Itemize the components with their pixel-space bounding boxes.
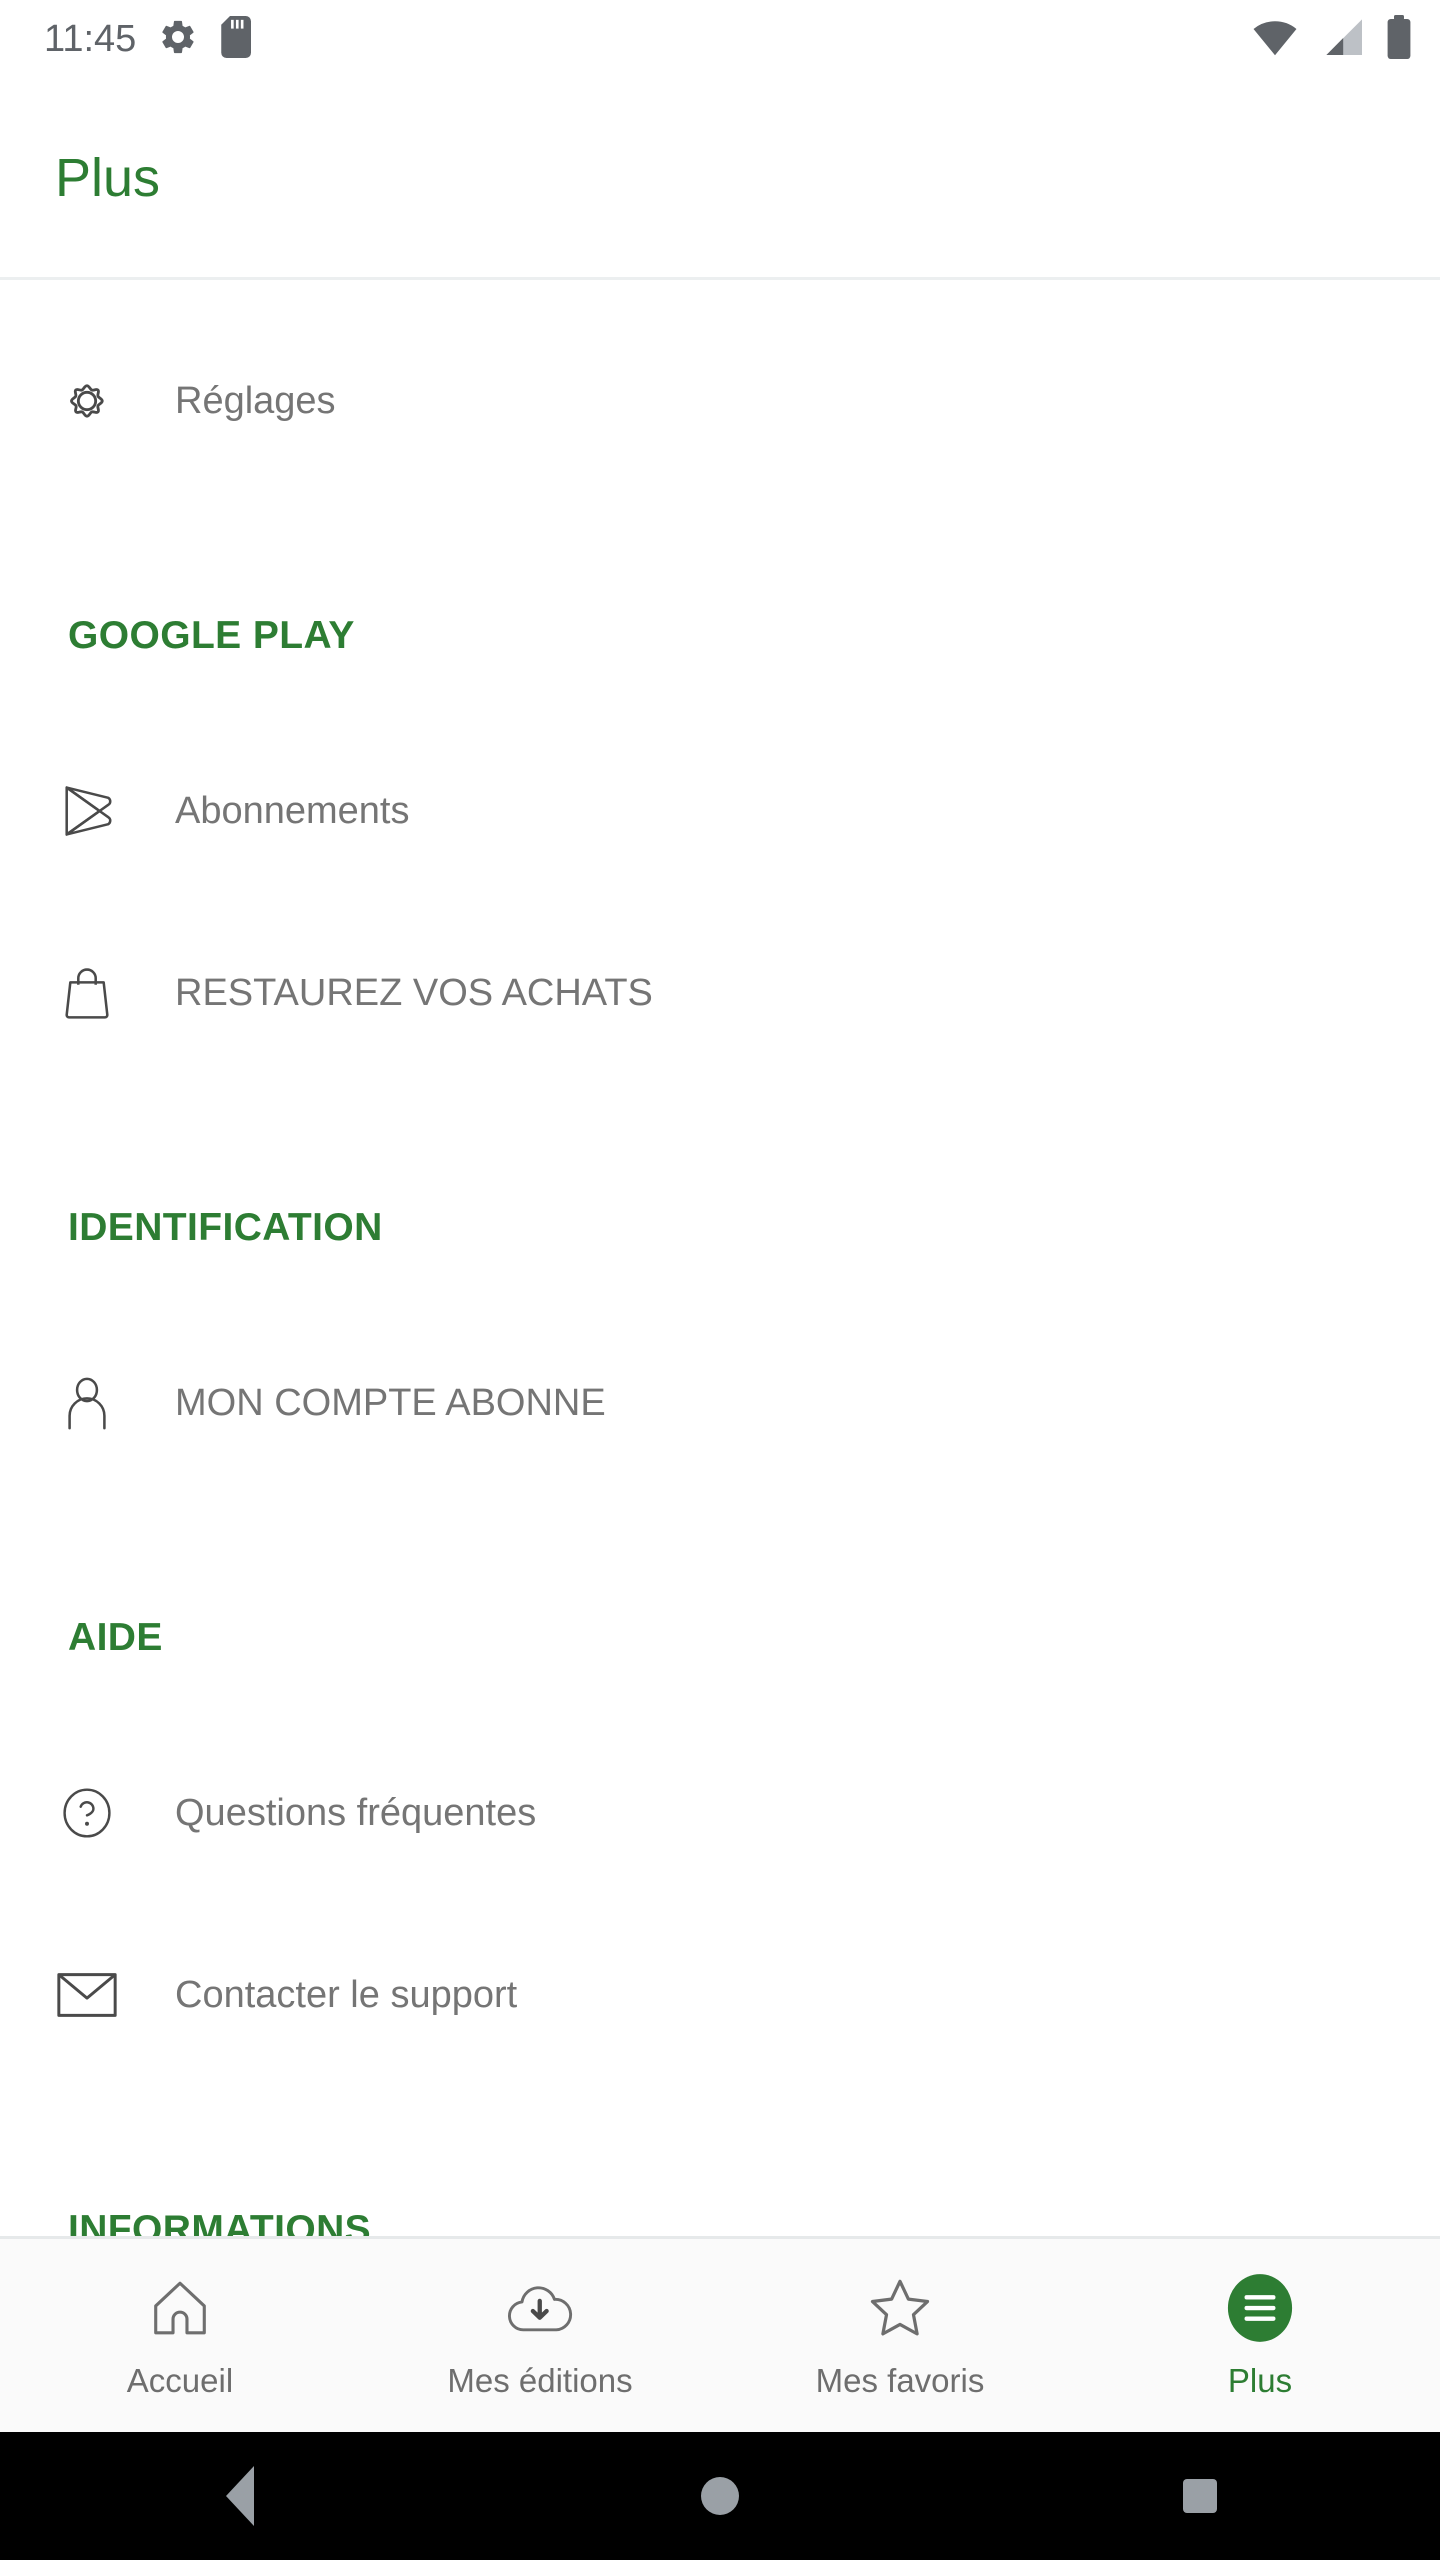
list-item-questions-frequentes[interactable]: Questions fréquentes (0, 1722, 1440, 1904)
bottom-nav-item-accueil[interactable]: Accueil (0, 2239, 360, 2432)
gear-icon (55, 369, 119, 433)
section-header-spacer (0, 664, 1440, 720)
settings-list[interactable]: Réglages GOOGLE PLAY Abonnements RESTAUR… (0, 280, 1440, 2236)
home-circle-icon (701, 2477, 739, 2515)
list-item-restaurez-vos-achats[interactable]: RESTAUREZ VOS ACHATS (0, 902, 1440, 1084)
cloud-download-icon (507, 2272, 573, 2344)
android-system-navigation (0, 2432, 1440, 2560)
list-item-reglages[interactable]: Réglages (0, 310, 1440, 492)
list-top-spacer (0, 280, 1440, 310)
list-item-label: Réglages (175, 379, 336, 422)
list-item-label: MON COMPTE ABONNE (175, 1381, 606, 1424)
sd-card-icon (220, 15, 254, 63)
person-icon (55, 1371, 119, 1435)
shopping-bag-icon (55, 961, 119, 1025)
home-button[interactable] (620, 2432, 820, 2560)
google-play-icon (55, 779, 119, 843)
bottom-nav-item-plus[interactable]: Plus (1080, 2239, 1440, 2432)
wifi-icon (1252, 17, 1298, 62)
status-bar-right (1252, 14, 1412, 64)
back-button[interactable] (140, 2432, 340, 2560)
app-bar: Plus (0, 78, 1440, 280)
cellular-signal-icon (1320, 17, 1364, 62)
list-item-contacter-le-support[interactable]: Contacter le support (0, 1904, 1440, 2086)
section-header-spacer (0, 1256, 1440, 1312)
list-item-label: RESTAUREZ VOS ACHATS (175, 971, 653, 1014)
section-header-aide: AIDE (0, 1550, 1440, 1666)
help-circle-icon (55, 1781, 119, 1845)
section-header-label: IDENTIFICATION (68, 1206, 383, 1249)
bottom-nav-label: Mes éditions (447, 2361, 633, 2399)
section-header-informations: INFORMATIONS (0, 2142, 1440, 2236)
bottom-navigation-bar: Accueil Mes éditions Mes favoris Plus (0, 2236, 1440, 2432)
recents-square-icon (1183, 2479, 1217, 2513)
bottom-nav-item-mes-favoris[interactable]: Mes favoris (720, 2239, 1080, 2432)
bottom-nav-item-mes-editions[interactable]: Mes éditions (360, 2239, 720, 2432)
status-clock: 11:45 (44, 17, 137, 60)
recents-button[interactable] (1100, 2432, 1300, 2560)
page-title: Plus (55, 147, 161, 208)
bottom-nav-label: Plus (1227, 2361, 1293, 2399)
back-triangle-icon (226, 2466, 254, 2526)
home-icon (148, 2272, 212, 2344)
app-screen: 11:45 Plus Réglages GOOGLE PLAY Abonneme… (0, 0, 1440, 2560)
section-header-spacer (0, 1666, 1440, 1722)
section-header-label: INFORMATIONS (68, 2208, 372, 2236)
gear-icon (158, 17, 198, 62)
section-header-identification: IDENTIFICATION (0, 1140, 1440, 1256)
list-item-abonnements[interactable]: Abonnements (0, 720, 1440, 902)
hamburger-menu-icon (1227, 2272, 1293, 2344)
envelope-icon (55, 1963, 119, 2027)
list-item-mon-compte-abonne[interactable]: MON COMPTE ABONNE (0, 1312, 1440, 1494)
section-header-google-play: GOOGLE PLAY (0, 548, 1440, 664)
section-header-label: GOOGLE PLAY (68, 614, 355, 657)
status-bar: 11:45 (0, 0, 1440, 78)
list-item-label: Questions fréquentes (175, 1791, 537, 1834)
bottom-nav-label: Mes favoris (815, 2361, 985, 2399)
star-icon (867, 2272, 933, 2344)
battery-icon (1386, 14, 1412, 64)
list-item-label: Abonnements (175, 789, 410, 832)
section-header-label: AIDE (68, 1616, 163, 1659)
bottom-nav-label: Accueil (126, 2361, 234, 2399)
status-bar-left: 11:45 (44, 15, 254, 63)
list-item-label: Contacter le support (175, 1973, 518, 2016)
